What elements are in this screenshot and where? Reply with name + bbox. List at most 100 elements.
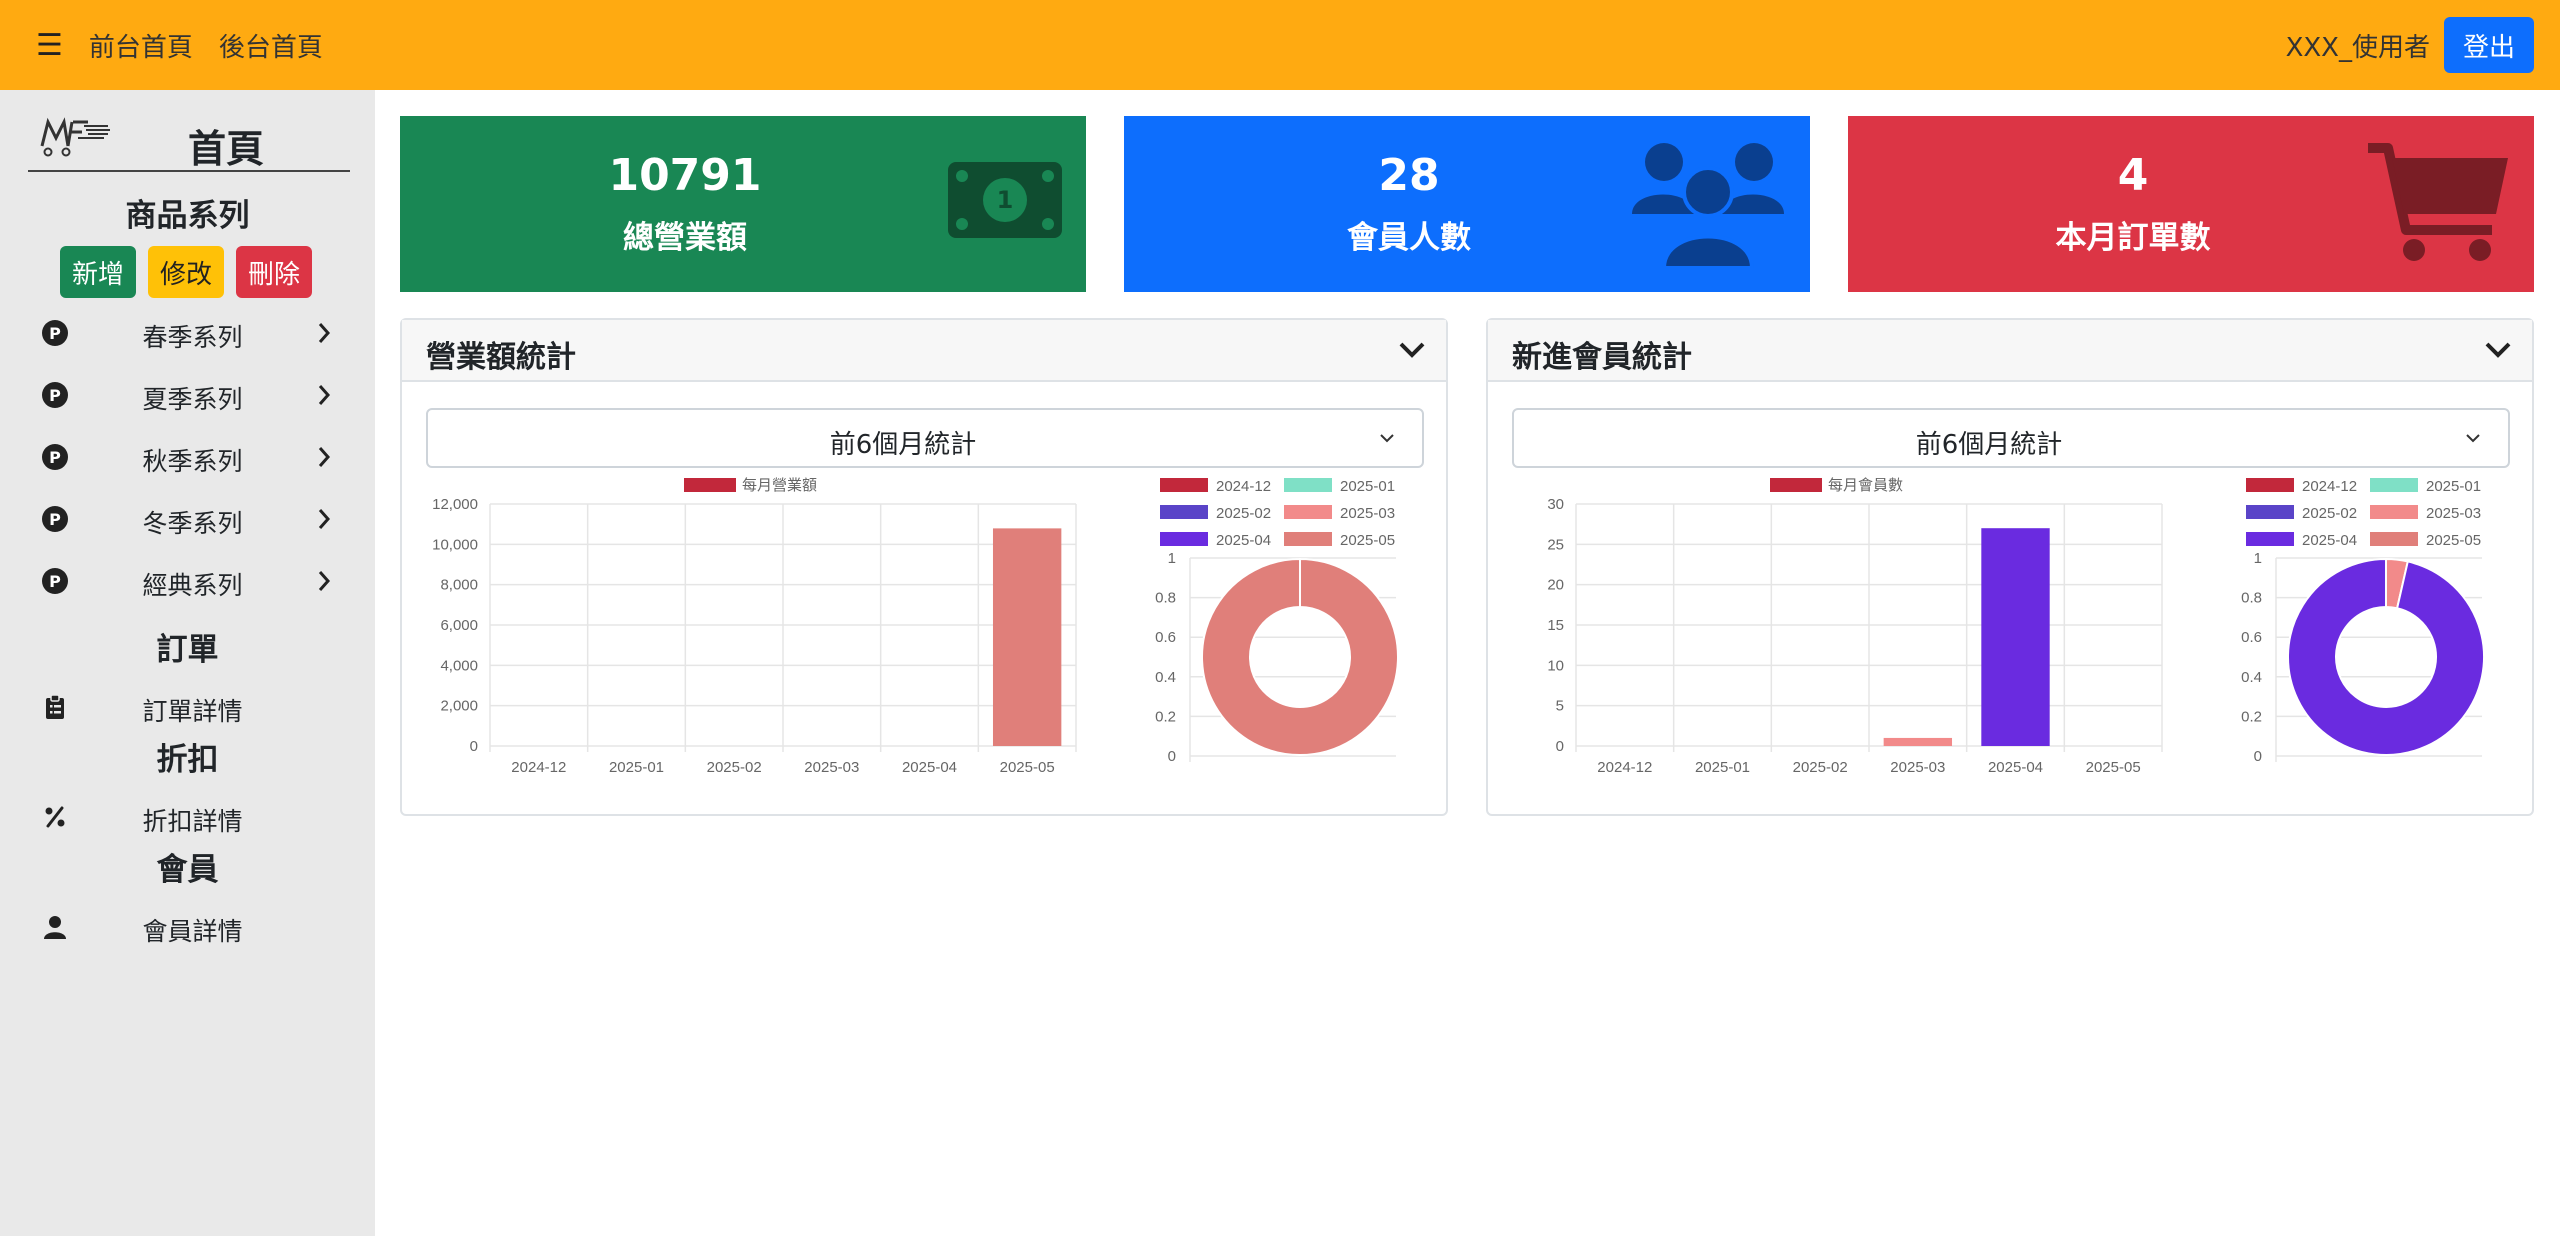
member-count-card: 28 會員人數 (1124, 116, 1810, 292)
member-period-select[interactable]: 前6個月統計 (1512, 408, 2510, 468)
member-panel-header: 新進會員統計 (1488, 320, 2532, 382)
sidebar: 首頁 商品系列 新增 修改 刪除 P 春季系列 P 夏季系列 P 秋季系列 P … (0, 90, 375, 1236)
legend-label: 2025-03 (1340, 505, 1395, 522)
revenue-panel-header: 營業額統計 (402, 320, 1446, 382)
legend-swatch (2370, 505, 2418, 519)
sidebar-item-label: 夏季系列 (142, 385, 243, 414)
legend-label: 2025-02 (1216, 505, 1271, 522)
member-section-heading: 會員 (156, 852, 219, 888)
y-tick-label: 0.4 (1155, 669, 1176, 686)
y-tick-label: 0.2 (1155, 708, 1176, 725)
backend-home-link[interactable]: 後台首頁 (219, 27, 323, 64)
x-tick-label: 2025-05 (2086, 759, 2141, 776)
users-icon (1632, 143, 1784, 268)
frontend-home-link[interactable]: 前台首頁 (89, 27, 193, 64)
y-tick-label: 0.6 (1155, 629, 1176, 646)
x-tick-label: 2025-05 (1000, 759, 1055, 776)
y-tick-label: 0.2 (2241, 708, 2262, 725)
legend-label: 每月營業額 (742, 477, 817, 494)
add-product-button[interactable]: 新增 (60, 246, 137, 298)
revenue-charts: 每月營業額 0 2,000 4,000 6,000 8,000 10,000 12,000 20… (432, 477, 1399, 776)
delete-product-button[interactable]: 刪除 (236, 246, 313, 298)
p-circle-icon: P (42, 444, 68, 470)
new-member-stats-panel: 新進會員統計 前6個月統計 每月會員數 0 5 10 15 20 25 30 2024-12 20… (1486, 318, 2534, 816)
top-navbar: ☰ 前台首頁 後台首頁 XXX_使用者 登出 (0, 0, 2560, 90)
monthly-orders-label: 本月訂單數 (2055, 220, 2211, 256)
bar (992, 528, 1062, 746)
legend-swatch (1770, 478, 1822, 492)
money-bill-icon: 1 (948, 162, 1062, 238)
legend-swatch (1284, 505, 1332, 519)
y-tick-label: 8,000 (440, 577, 478, 594)
x-tick-label: 2025-02 (1793, 759, 1848, 776)
bar (1981, 528, 2050, 746)
sidebar-title: 首頁 (188, 127, 265, 171)
legend-swatch (1160, 532, 1208, 546)
sidebar-item-member-details[interactable]: 會員詳情 (0, 906, 375, 952)
chevron-down-icon (2466, 434, 2480, 443)
legend-swatch (2370, 532, 2418, 546)
y-tick-label: 6,000 (440, 617, 478, 634)
revenue-stats-panel: 營業額統計 前6個月統計 每月營業額 0 2,000 4,000 6,000 8,000 1… (400, 318, 1448, 816)
hamburger-icon[interactable]: ☰ (36, 28, 63, 63)
logo-icon (40, 117, 110, 157)
legend-label: 2024-12 (1216, 478, 1271, 495)
legend-label: 2025-02 (2302, 505, 2357, 522)
legend-swatch (1160, 478, 1208, 492)
svg-text:1: 1 (997, 186, 1014, 214)
sidebar-item-spring[interactable]: P 春季系列 (0, 312, 375, 358)
y-tick-label: 0.8 (2241, 590, 2262, 607)
chevron-right-icon (318, 509, 331, 529)
logout-button[interactable]: 登出 (2444, 17, 2534, 73)
y-tick-label: 0 (1556, 738, 1564, 755)
legend-swatch (2246, 478, 2294, 492)
chevron-down-icon[interactable] (1398, 338, 1426, 362)
product-actions: 新增 修改 刪除 (60, 246, 313, 298)
sidebar-item-label: 訂單詳情 (142, 697, 243, 726)
legend-label: 2024-12 (2302, 478, 2357, 495)
pie-slice (2287, 557, 2485, 756)
legend-swatch (2370, 478, 2418, 492)
legend-label: 2025-04 (1216, 532, 1271, 549)
legend-swatch (1284, 478, 1332, 492)
sidebar-item-summer[interactable]: P 夏季系列 (0, 374, 375, 420)
legend-label: 2025-04 (2302, 532, 2357, 549)
edit-product-button[interactable]: 修改 (148, 246, 225, 298)
revenue-period-select[interactable]: 前6個月統計 (426, 408, 1424, 468)
username-label: XXX_使用者 (2285, 32, 2430, 63)
p-circle-icon: P (42, 320, 68, 346)
user-area: XXX_使用者 登出 (2286, 17, 2534, 73)
y-tick-label: 0.4 (2241, 669, 2262, 686)
legend-label: 2025-01 (1340, 478, 1395, 495)
product-section-heading: 商品系列 (125, 198, 250, 234)
x-tick-label: 2025-02 (707, 759, 762, 776)
monthly-orders-card: 4 本月訂單數 (1848, 116, 2534, 292)
chevron-right-icon (318, 385, 331, 405)
y-tick-label: 0 (470, 738, 478, 755)
legend-swatch (2246, 532, 2294, 546)
sidebar-item-winter[interactable]: P 冬季系列 (0, 498, 375, 544)
y-tick-label: 2,000 (440, 698, 478, 715)
sidebar-item-autumn[interactable]: P 秋季系列 (0, 436, 375, 482)
order-section-heading: 訂單 (156, 632, 219, 668)
discount-section-heading: 折扣 (156, 742, 219, 778)
chevron-right-icon (318, 447, 331, 467)
y-tick-label: 10 (1547, 657, 1564, 674)
x-tick-label: 2025-03 (1890, 759, 1945, 776)
chevron-down-icon (1380, 434, 1394, 443)
sidebar-item-order-details[interactable]: 訂單詳情 (0, 686, 375, 732)
x-tick-label: 2025-01 (609, 759, 664, 776)
x-tick-label: 2024-12 (511, 759, 566, 776)
sidebar-item-label: 經典系列 (142, 571, 243, 600)
legend-swatch (684, 478, 736, 492)
member-count-label: 會員人數 (1347, 220, 1471, 256)
chevron-right-icon (318, 571, 331, 591)
y-tick-label: 1 (2254, 550, 2262, 567)
sidebar-item-classic[interactable]: P 經典系列 (0, 560, 375, 606)
clipboard-list-icon (46, 694, 64, 719)
y-tick-label: 4,000 (440, 657, 478, 674)
sidebar-item-discount-details[interactable]: 折扣詳情 (0, 796, 375, 842)
chevron-right-icon (318, 323, 331, 343)
y-tick-label: 15 (1547, 617, 1564, 634)
chevron-down-icon[interactable] (2484, 338, 2512, 362)
